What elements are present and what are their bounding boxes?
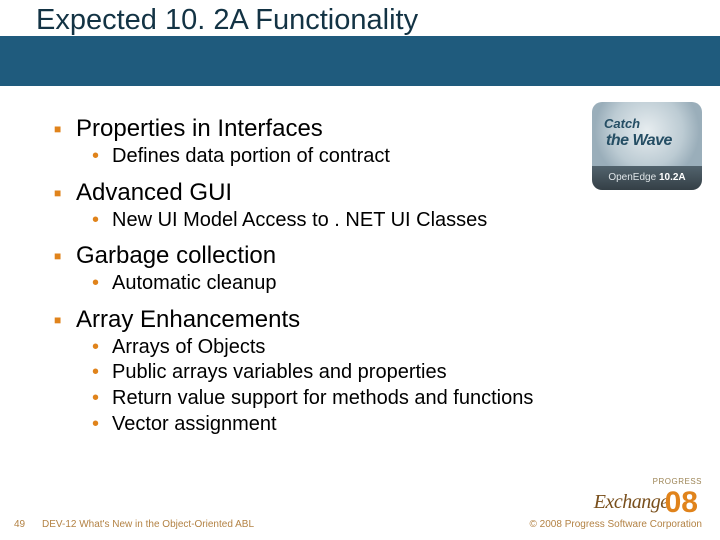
section-0: Properties in Interfaces Defines data po…: [50, 114, 670, 170]
bullet: Automatic cleanup: [112, 271, 670, 297]
footer: 49 DEV-12 What's New in the Object-Orien…: [0, 512, 720, 532]
footer-right: © 2008 Progress Software Corporation: [530, 519, 702, 530]
bullet: Vector assignment: [112, 412, 670, 438]
bullet: New UI Model Access to . NET UI Classes: [112, 208, 670, 234]
bullet: Arrays of Objects: [112, 335, 670, 361]
content: Properties in Interfaces Defines data po…: [50, 106, 670, 437]
section-1: Advanced GUI New UI Model Access to . NE…: [50, 178, 670, 234]
section-heading: Array Enhancements: [76, 305, 670, 335]
logo-event: Exchange: [594, 491, 669, 513]
slide: Expected 10. 2A Functionality Catch the …: [0, 0, 720, 540]
bullet: Public arrays variables and properties: [112, 360, 670, 386]
section-heading: Properties in Interfaces: [76, 114, 670, 144]
section-3: Array Enhancements Arrays of Objects Pub…: [50, 305, 670, 437]
section-heading: Advanced GUI: [76, 178, 670, 208]
section-heading: Garbage collection: [76, 241, 670, 271]
section-2: Garbage collection Automatic cleanup: [50, 241, 670, 297]
bullet: Defines data portion of contract: [112, 144, 670, 170]
exchange-logo: PROGRESS Exchange08: [594, 477, 702, 516]
slide-title: Expected 10. 2A Functionality: [36, 4, 418, 37]
footer-left: DEV-12 What's New in the Object-Oriented…: [42, 519, 254, 530]
bullet: Return value support for methods and fun…: [112, 386, 670, 412]
logo-brand: PROGRESS: [594, 477, 702, 486]
title-bar: [0, 36, 720, 86]
page-number: 49: [14, 519, 25, 530]
